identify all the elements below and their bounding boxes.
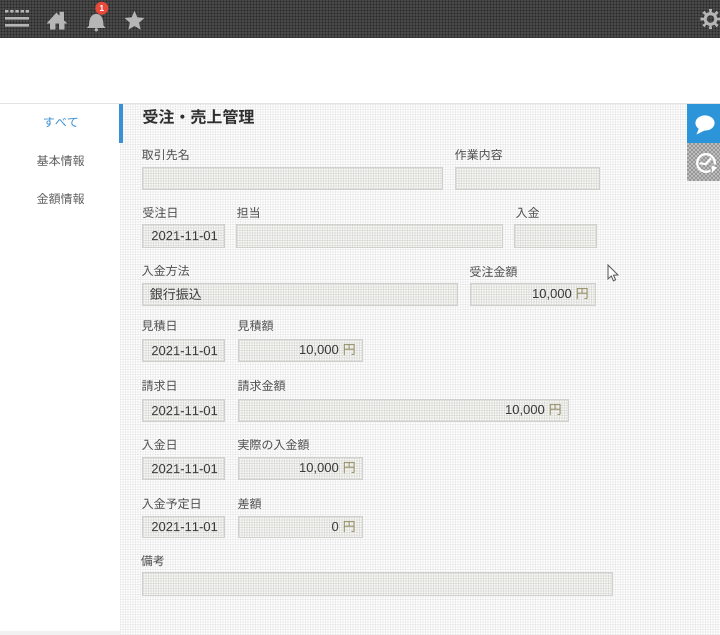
svg-text:1: 1 (99, 3, 104, 13)
